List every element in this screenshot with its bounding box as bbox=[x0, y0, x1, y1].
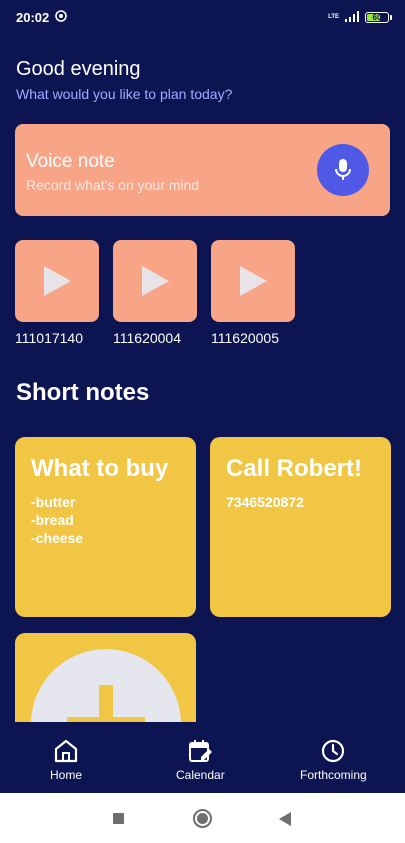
plus-icon bbox=[31, 649, 181, 722]
recording-thumbnail[interactable] bbox=[211, 240, 295, 322]
record-button[interactable] bbox=[317, 144, 369, 196]
note-title: Call Robert! bbox=[226, 455, 363, 482]
network-type: LTE bbox=[328, 14, 339, 20]
back-arrow-icon[interactable] bbox=[279, 812, 291, 826]
status-time: 20:02 bbox=[16, 9, 50, 25]
nav-label: Calendar bbox=[176, 768, 225, 782]
note-line: 7346520872 bbox=[226, 494, 304, 510]
recording-label: 111620004 bbox=[113, 330, 181, 346]
calendar-edit-icon bbox=[189, 740, 213, 762]
note-line: -bread bbox=[31, 512, 74, 528]
battery-icon: 60 bbox=[365, 11, 392, 23]
note-body: 7346520872 bbox=[226, 493, 375, 511]
recording-item[interactable]: 111620005 bbox=[211, 240, 295, 346]
note-line: -cheese bbox=[31, 530, 84, 546]
bottom-navigation: Home Calendar Forthcoming bbox=[0, 722, 405, 793]
status-bar: 20:02 LTE 60 bbox=[0, 0, 405, 34]
note-body: -butter -bread -cheese bbox=[31, 493, 180, 547]
voice-note-subtitle: Record what's on your mind bbox=[26, 177, 200, 193]
notes-grid[interactable]: What to buy -butter -bread -cheese Call … bbox=[0, 437, 405, 722]
nav-label: Home bbox=[50, 768, 83, 782]
voice-note-card[interactable]: Voice note Record what's on your mind bbox=[15, 124, 390, 216]
signal-icon bbox=[345, 10, 359, 25]
recording-item[interactable]: 111017140 bbox=[15, 240, 99, 346]
recording-thumbnail[interactable] bbox=[113, 240, 197, 322]
greeting-subtitle: What would you like to plan today? bbox=[16, 86, 233, 102]
nav-label: Forthcoming bbox=[300, 768, 367, 782]
add-note-button[interactable] bbox=[15, 633, 196, 722]
note-card[interactable]: Call Robert! 7346520872 bbox=[210, 437, 391, 617]
note-title: What to buy bbox=[31, 455, 169, 482]
play-icon bbox=[44, 266, 71, 296]
play-icon bbox=[142, 266, 169, 296]
home-circle-icon[interactable] bbox=[193, 809, 212, 828]
recording-label: 111620005 bbox=[211, 330, 279, 346]
note-line: -butter bbox=[31, 494, 76, 510]
home-icon bbox=[54, 739, 78, 763]
microphone-icon bbox=[335, 159, 351, 180]
short-notes-heading: Short notes bbox=[16, 379, 150, 406]
nav-calendar[interactable]: Calendar bbox=[176, 738, 225, 782]
system-navigation-bar bbox=[0, 793, 405, 843]
recording-item[interactable]: 111620004 bbox=[113, 240, 197, 346]
nav-forthcoming[interactable]: Forthcoming bbox=[300, 738, 367, 782]
recording-thumbnail[interactable] bbox=[15, 240, 99, 322]
nav-home[interactable]: Home bbox=[50, 738, 82, 782]
do-not-disturb-icon bbox=[55, 9, 68, 25]
clock-icon bbox=[322, 739, 345, 763]
greeting-title: Good evening bbox=[16, 58, 141, 80]
voice-note-title: Voice note bbox=[26, 151, 115, 172]
battery-level: 60 bbox=[372, 12, 382, 22]
play-icon bbox=[240, 266, 267, 296]
note-card[interactable]: What to buy -butter -bread -cheese bbox=[15, 437, 196, 617]
recording-label: 111017140 bbox=[15, 330, 83, 346]
recent-apps-icon[interactable] bbox=[113, 813, 124, 824]
